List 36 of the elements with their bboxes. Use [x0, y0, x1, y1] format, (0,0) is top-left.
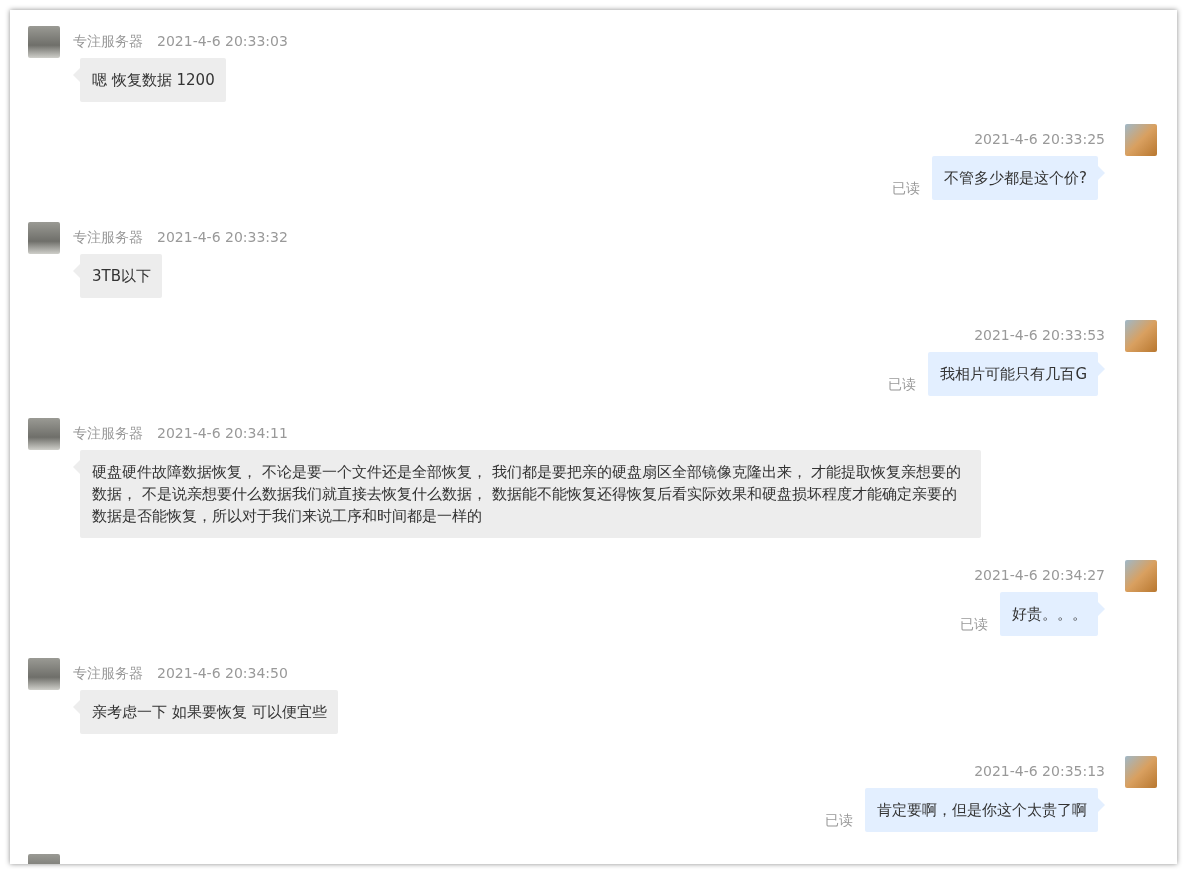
message-time: 2021-4-6 20:33:25: [974, 130, 1105, 149]
bubble-tail: [1098, 798, 1105, 812]
message-bubble: 嗯 恢复数据 1200: [80, 58, 226, 102]
read-status: 已读: [825, 812, 853, 830]
message-time: 2021-4-6 20:33:53: [974, 326, 1105, 345]
message-bubble: 我相片可能只有几百G: [928, 352, 1098, 396]
avatar-photo-placeholder: [1125, 756, 1157, 788]
avatar-photo-placeholder: [1125, 320, 1157, 352]
message-bubble: 不管多少都是这个价?: [932, 156, 1098, 200]
message-time: 2021-4-6 20:34:50: [157, 664, 288, 683]
message-time: 2021-4-6 20:34:11: [157, 424, 288, 443]
avatar-photo-placeholder: [28, 658, 60, 690]
read-status: 已读: [960, 616, 988, 634]
sender-name: 专注服务器: [73, 228, 143, 247]
sender-name: 专注服务器: [73, 664, 143, 683]
bubble-tail: [1098, 362, 1105, 376]
message-time: 2021-4-6 20:33:03: [157, 32, 288, 51]
message-time: 2021-4-6 20:35:13: [974, 762, 1105, 781]
read-status: 已读: [888, 376, 917, 394]
avatar-photo-placeholder: [1125, 560, 1157, 592]
message-bubble: 肯定要啊，但是你这个太贵了啊: [865, 788, 1098, 832]
message-bubble: 硬盘硬件故障数据恢复， 不论是要一个文件还是全部恢复， 我们都是要把亲的硬盘扇区全部镜像克隆出来， 才能提取恢复亲想要的数据， 不是说亲想要什么数据我们就直接去恢复什么数据， 数据能不能恢复还得恢复后看实际效果和硬盘损坏程度才能确定亲要的数据是否能恢复，所以对于我们来说工序和时间都是一样的: [80, 450, 981, 538]
bubble-tail: [1098, 166, 1105, 180]
sender-name: 专注服务器: [73, 32, 143, 51]
message-bubble: 亲考虑一下 如果要恢复 可以便宜些: [80, 690, 338, 734]
read-status: 已读: [892, 180, 921, 198]
message-bubble: 好贵。。。: [1000, 592, 1098, 636]
avatar-photo-placeholder: [28, 418, 60, 450]
avatar-photo-placeholder: [1125, 124, 1157, 156]
sender-name: 专注服务器: [73, 424, 143, 443]
avatar-photo-placeholder: [28, 222, 60, 254]
message-bubble: 3TB以下: [80, 254, 162, 298]
avatar-photo-placeholder: [28, 26, 60, 58]
bubble-tail: [1098, 602, 1105, 616]
message-time: 2021-4-6 20:33:32: [157, 228, 288, 247]
message-time: 2021-4-6 20:34:27: [974, 566, 1105, 585]
